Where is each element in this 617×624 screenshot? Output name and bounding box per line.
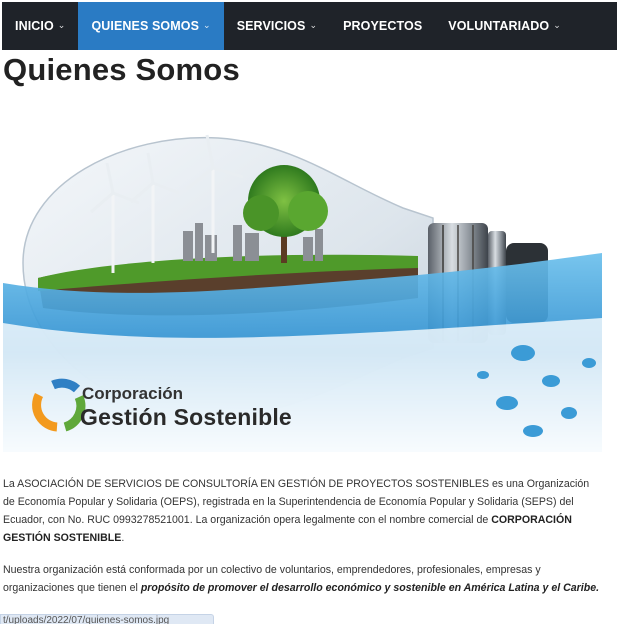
page-title: Quienes Somos: [3, 52, 240, 87]
logo-text-gestion-sostenible: Gestión Sostenible: [80, 404, 292, 430]
status-url-tooltip: t/uploads/2022/07/quienes-somos.jpg: [0, 614, 214, 624]
logo-text-corporacion: Corporación: [82, 384, 184, 403]
nav-item-label: SERVICIOS: [236, 19, 306, 33]
nav-item-quienes-somos[interactable]: QUIENES SOMOS ⌄: [78, 2, 224, 50]
nav-item-servicios[interactable]: SERVICIOS ⌄: [224, 2, 330, 50]
chevron-down-icon: ⌄: [309, 19, 318, 30]
nav-item-label: QUIENES SOMOS: [91, 19, 200, 33]
main-navigation: INICIO ⌄ QUIENES SOMOS ⌄ SERVICIOS ⌄ PRO…: [2, 2, 617, 50]
nav-item-voluntariado[interactable]: VOLUNTARIADO ⌄: [435, 2, 574, 50]
nav-item-label: PROYECTOS: [343, 19, 423, 33]
nav-item-label: VOLUNTARIADO: [448, 19, 550, 33]
chevron-down-icon: ⌄: [553, 19, 561, 30]
mission-paragraph: Nuestra organización está conformada por…: [3, 561, 601, 597]
chevron-down-icon: ⌄: [57, 19, 66, 30]
nav-item-proyectos[interactable]: PROYECTOS: [330, 2, 435, 50]
nav-item-label: INICIO: [15, 19, 54, 33]
chevron-down-icon: ⌄: [203, 19, 211, 30]
intro-paragraph: La ASOCIACIÓN DE SERVICIOS DE CONSULTORÍ…: [3, 475, 601, 547]
hero-image: Corporación Gestión Sostenible: [3, 113, 602, 452]
mission-purpose: propósito de promover el desarrollo econ…: [140, 582, 600, 594]
intro-end: .: [121, 532, 125, 544]
nav-item-inicio[interactable]: INICIO ⌄: [2, 2, 78, 50]
